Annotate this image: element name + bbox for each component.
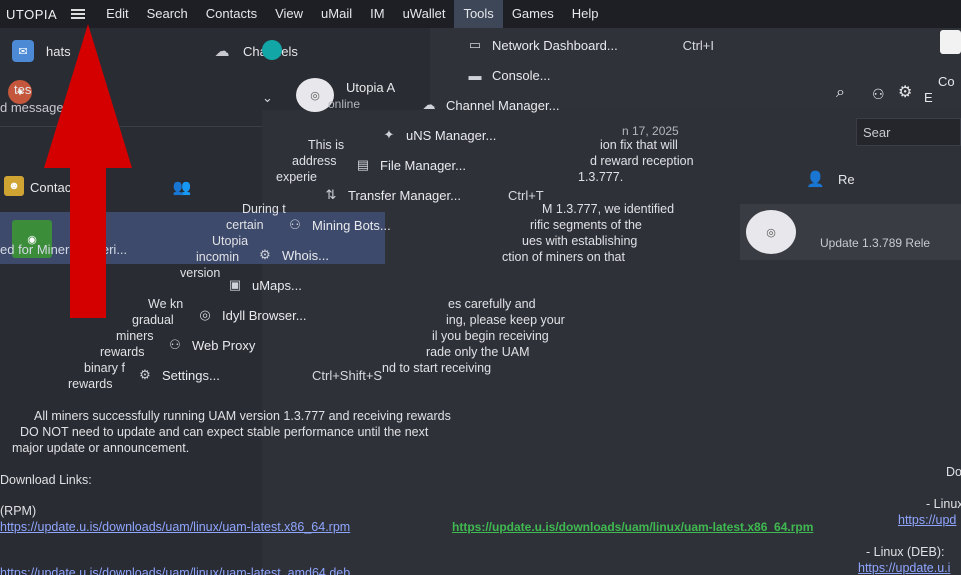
menu-mining-bots[interactable]: ⚇ Mining Bots... bbox=[276, 210, 546, 240]
bot-icon: ⚇ bbox=[289, 217, 301, 232]
menu-idyll-browser[interactable]: ◎ Idyll Browser... bbox=[186, 300, 456, 330]
linux-label: - Linux bbox=[926, 497, 961, 511]
channels-icon: ☁ bbox=[214, 43, 230, 60]
green-download-link[interactable]: https://update.u.is/downloads/uam/linux/… bbox=[452, 520, 813, 534]
msg-line-14: rewards bbox=[68, 377, 113, 391]
body-line-1: All miners successfully running UAM vers… bbox=[34, 409, 451, 423]
re-label[interactable]: Re bbox=[838, 172, 855, 187]
proxy-icon: ⚇ bbox=[169, 337, 181, 352]
gear-icon: ⚙ bbox=[259, 247, 271, 262]
chats-icon: ✉ bbox=[12, 40, 34, 62]
menu-settings[interactable]: ⚙ Settings... Ctrl+Shift+S bbox=[126, 360, 396, 390]
people-icon[interactable]: ⚇ bbox=[872, 86, 885, 103]
menu-umaps[interactable]: ▣ uMaps... bbox=[216, 270, 486, 300]
terminal-icon: ▬ bbox=[468, 67, 482, 83]
e-label: E bbox=[924, 90, 933, 105]
msg-line-7: incomin bbox=[196, 250, 240, 264]
menu-network-dashboard[interactable]: ▭ Network Dashboard... Ctrl+I bbox=[456, 30, 726, 60]
bot-card-text: Update 1.3.789 Rele bbox=[820, 236, 931, 250]
app-title: UTOPIA bbox=[6, 6, 58, 22]
msg-line-10: gradual bbox=[132, 313, 174, 327]
bot-card[interactable]: ◎ Update 1.3.789 Rele bbox=[740, 204, 961, 260]
hamburger-icon[interactable] bbox=[71, 9, 86, 19]
menu-channel-manager[interactable]: ☁ Channel Manager... bbox=[410, 90, 680, 120]
red-arrow-annotation bbox=[44, 24, 132, 318]
menu-web-proxy[interactable]: ⚇ Web Proxy bbox=[156, 330, 426, 360]
download-label-right: Dow bbox=[946, 465, 961, 479]
tools-menu: ▭ Network Dashboard... Ctrl+I ▬ Console.… bbox=[139, 30, 726, 390]
msg-line-11: miners bbox=[116, 329, 154, 343]
search-input[interactable]: Sear bbox=[856, 118, 961, 146]
menu-umail[interactable]: uMail bbox=[312, 0, 361, 28]
linux-link[interactable]: https://upd bbox=[898, 513, 956, 527]
contacts-icon: ☻ bbox=[4, 176, 24, 196]
body-line-3: major update or announcement. bbox=[12, 441, 190, 455]
map-icon: ▣ bbox=[228, 277, 242, 292]
search-placeholder: Sear bbox=[863, 125, 891, 140]
chat-name[interactable]: tes bbox=[14, 82, 31, 97]
uns-icon: ✦ bbox=[383, 127, 395, 142]
body-line-2: DO NOT need to update and can expect sta… bbox=[20, 425, 429, 439]
folder-icon: ▤ bbox=[356, 157, 370, 172]
menu-console[interactable]: ▬ Console... bbox=[456, 60, 726, 90]
search-icon[interactable]: ⌕ bbox=[836, 84, 845, 102]
linux-deb-label: - Linux (DEB): bbox=[866, 545, 945, 559]
download-label: Download Links: bbox=[0, 473, 92, 487]
deb-download-link[interactable]: https://update.u.is/downloads/uam/linux/… bbox=[0, 566, 350, 575]
menu-games[interactable]: Games bbox=[503, 0, 563, 28]
menubar: UTOPIA Edit Search Contacts View uMail I… bbox=[0, 0, 961, 28]
menu-uns-manager[interactable]: ✦ uNS Manager... bbox=[370, 120, 640, 150]
linux-deb-link[interactable]: https://update.u.i bbox=[858, 561, 950, 575]
menu-help[interactable]: Help bbox=[563, 0, 608, 28]
settings-cog-icon[interactable]: ⚙ bbox=[898, 82, 912, 102]
msg-line-8: version bbox=[180, 266, 221, 280]
msg-line-13: binary f bbox=[84, 361, 125, 375]
channel-icon: ☁ bbox=[422, 97, 436, 112]
menu-tools[interactable]: Tools bbox=[454, 0, 503, 28]
menu-whois[interactable]: ⚙ Whois... bbox=[246, 240, 516, 270]
menu-transfer-manager[interactable]: ⇅ Transfer Manager... Ctrl+T bbox=[312, 180, 582, 210]
settings-icon: ⚙ bbox=[139, 367, 151, 382]
window-button-icon[interactable] bbox=[940, 30, 961, 54]
requests-icon: 👤 bbox=[806, 171, 825, 188]
co-label: Co bbox=[938, 74, 955, 89]
menu-contacts[interactable]: Contacts bbox=[197, 0, 266, 28]
add-contact-icon[interactable]: 👥 bbox=[168, 176, 196, 198]
menu-uwallet[interactable]: uWallet bbox=[394, 0, 455, 28]
msg-line-12: rewards bbox=[100, 345, 145, 359]
menu-im[interactable]: IM bbox=[361, 0, 393, 28]
rpm-label: (RPM) bbox=[0, 504, 37, 518]
menu-search[interactable]: Search bbox=[138, 0, 197, 28]
transfer-icon: ⇅ bbox=[325, 187, 337, 202]
compass-icon: ◎ bbox=[199, 307, 211, 322]
menu-file-manager[interactable]: ▤ File Manager... bbox=[344, 150, 614, 180]
bot-card-avatar: ◎ bbox=[746, 210, 796, 254]
rpm-download-link[interactable]: https://update.u.is/downloads/uam/linux/… bbox=[0, 520, 350, 534]
msg-line-9: We kn bbox=[148, 297, 184, 311]
menu-view[interactable]: View bbox=[266, 0, 312, 28]
monitor-icon: ▭ bbox=[468, 37, 482, 52]
